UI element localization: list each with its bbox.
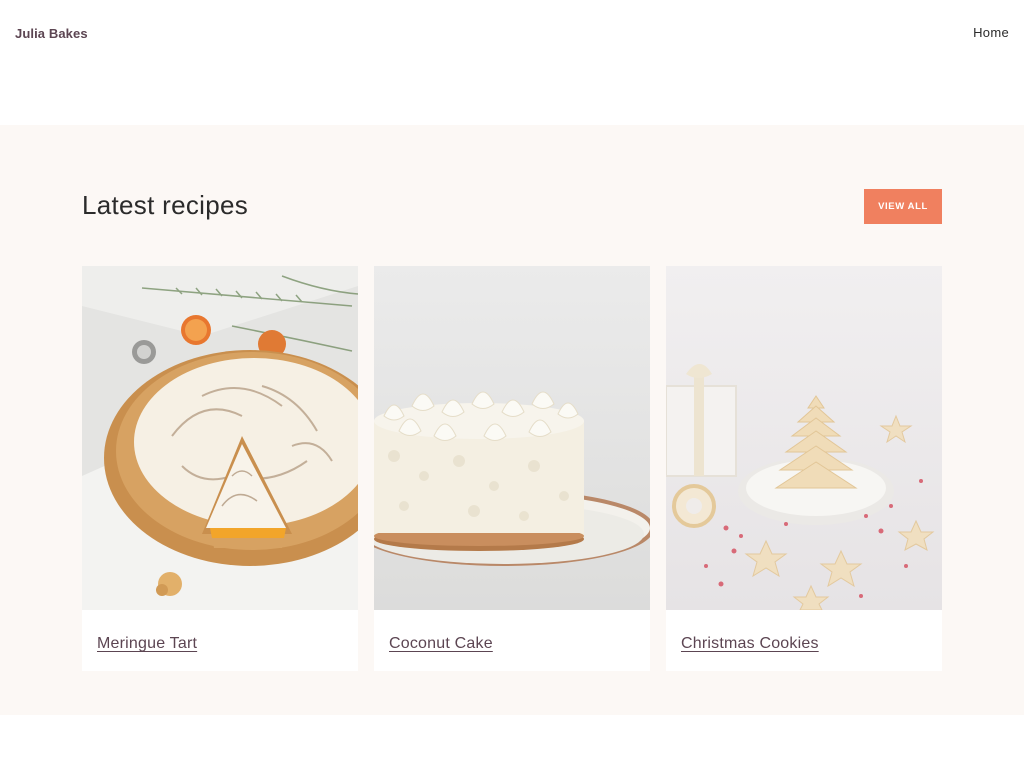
recipe-card-meringue-tart[interactable]: Meringue Tart <box>82 266 358 671</box>
view-all-button[interactable]: View all <box>864 189 942 224</box>
christmas-cookies-photo[interactable] <box>666 266 942 610</box>
recipe-card-coconut-cake[interactable]: Coconut Cake <box>374 266 650 671</box>
recipe-link-christmas-cookies[interactable]: Christmas Cookies <box>681 635 819 653</box>
latest-recipes-section: Latest recipes View all <box>0 125 1024 715</box>
coconut-cake-photo[interactable] <box>374 266 650 610</box>
section-title: Latest recipes <box>82 190 249 220</box>
recipe-card-christmas-cookies[interactable]: Christmas Cookies <box>666 266 942 671</box>
recipe-link-coconut-cake[interactable]: Coconut Cake <box>389 635 493 653</box>
recipe-link-meringue-tart[interactable]: Meringue Tart <box>97 635 197 653</box>
nav-home-link[interactable]: Home <box>973 25 1009 40</box>
site-brand-link[interactable]: Julia Bakes <box>15 26 88 41</box>
meringue-tart-photo[interactable] <box>82 266 358 610</box>
site-header: Julia Bakes Home <box>0 0 1024 66</box>
